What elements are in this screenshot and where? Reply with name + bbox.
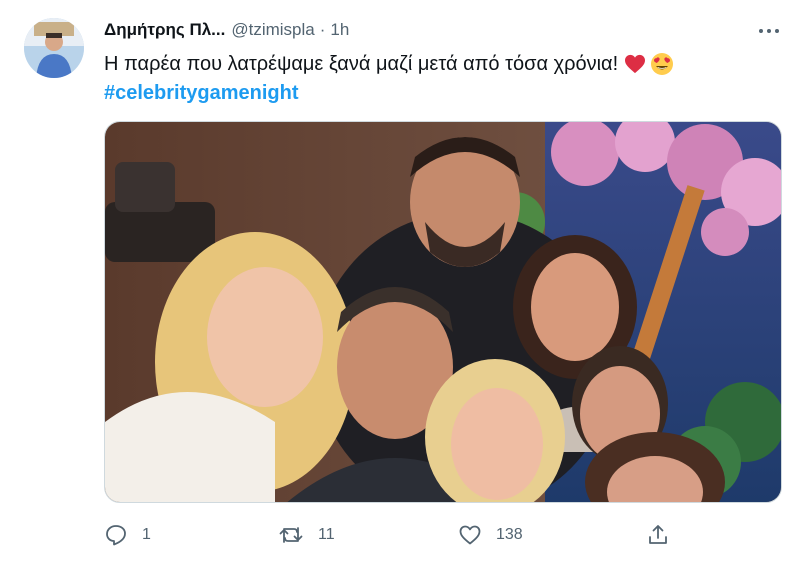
reply-icon [106, 525, 126, 546]
avatar[interactable] [24, 18, 84, 78]
retweet-count: 11 [318, 526, 335, 543]
like-icon [459, 525, 481, 545]
timestamp[interactable]: 1h [330, 20, 349, 40]
reply-count: 1 [142, 526, 151, 543]
tweet-body: Η παρέα που λατρέψαμε ξανά μαζί μετά από… [104, 52, 619, 75]
tweet-card[interactable]: Δημήτρης Πλ... @tzimispla · 1h Η παρέα π… [0, 0, 800, 569]
red-heart-emoji-icon [625, 54, 646, 74]
retweet-icon [279, 527, 303, 543]
tweet-actions: 1 11 138 [100, 518, 680, 552]
reply-button[interactable]: 1 [104, 518, 151, 552]
hashtag-link[interactable]: #celebritygamenight [104, 82, 299, 105]
like-count: 138 [496, 526, 523, 543]
author-handle[interactable]: @tzimispla [231, 20, 314, 40]
like-button[interactable]: 138 [458, 518, 523, 552]
tweet-header: Δημήτρης Πλ... @tzimispla · 1h [104, 20, 349, 44]
separator-dot: · [319, 20, 326, 39]
more-options-icon[interactable] [756, 18, 782, 44]
tweet-photo[interactable] [104, 121, 782, 503]
author-name[interactable]: Δημήτρης Πλ... [104, 20, 225, 40]
share-button[interactable] [646, 518, 670, 552]
share-icon [649, 525, 667, 544]
tweet-text: Η παρέα που λατρέψαμε ξανά μαζί μετά από… [104, 52, 674, 76]
retweet-button[interactable]: 11 [278, 518, 335, 552]
heart-eyes-emoji-icon [651, 53, 674, 75]
